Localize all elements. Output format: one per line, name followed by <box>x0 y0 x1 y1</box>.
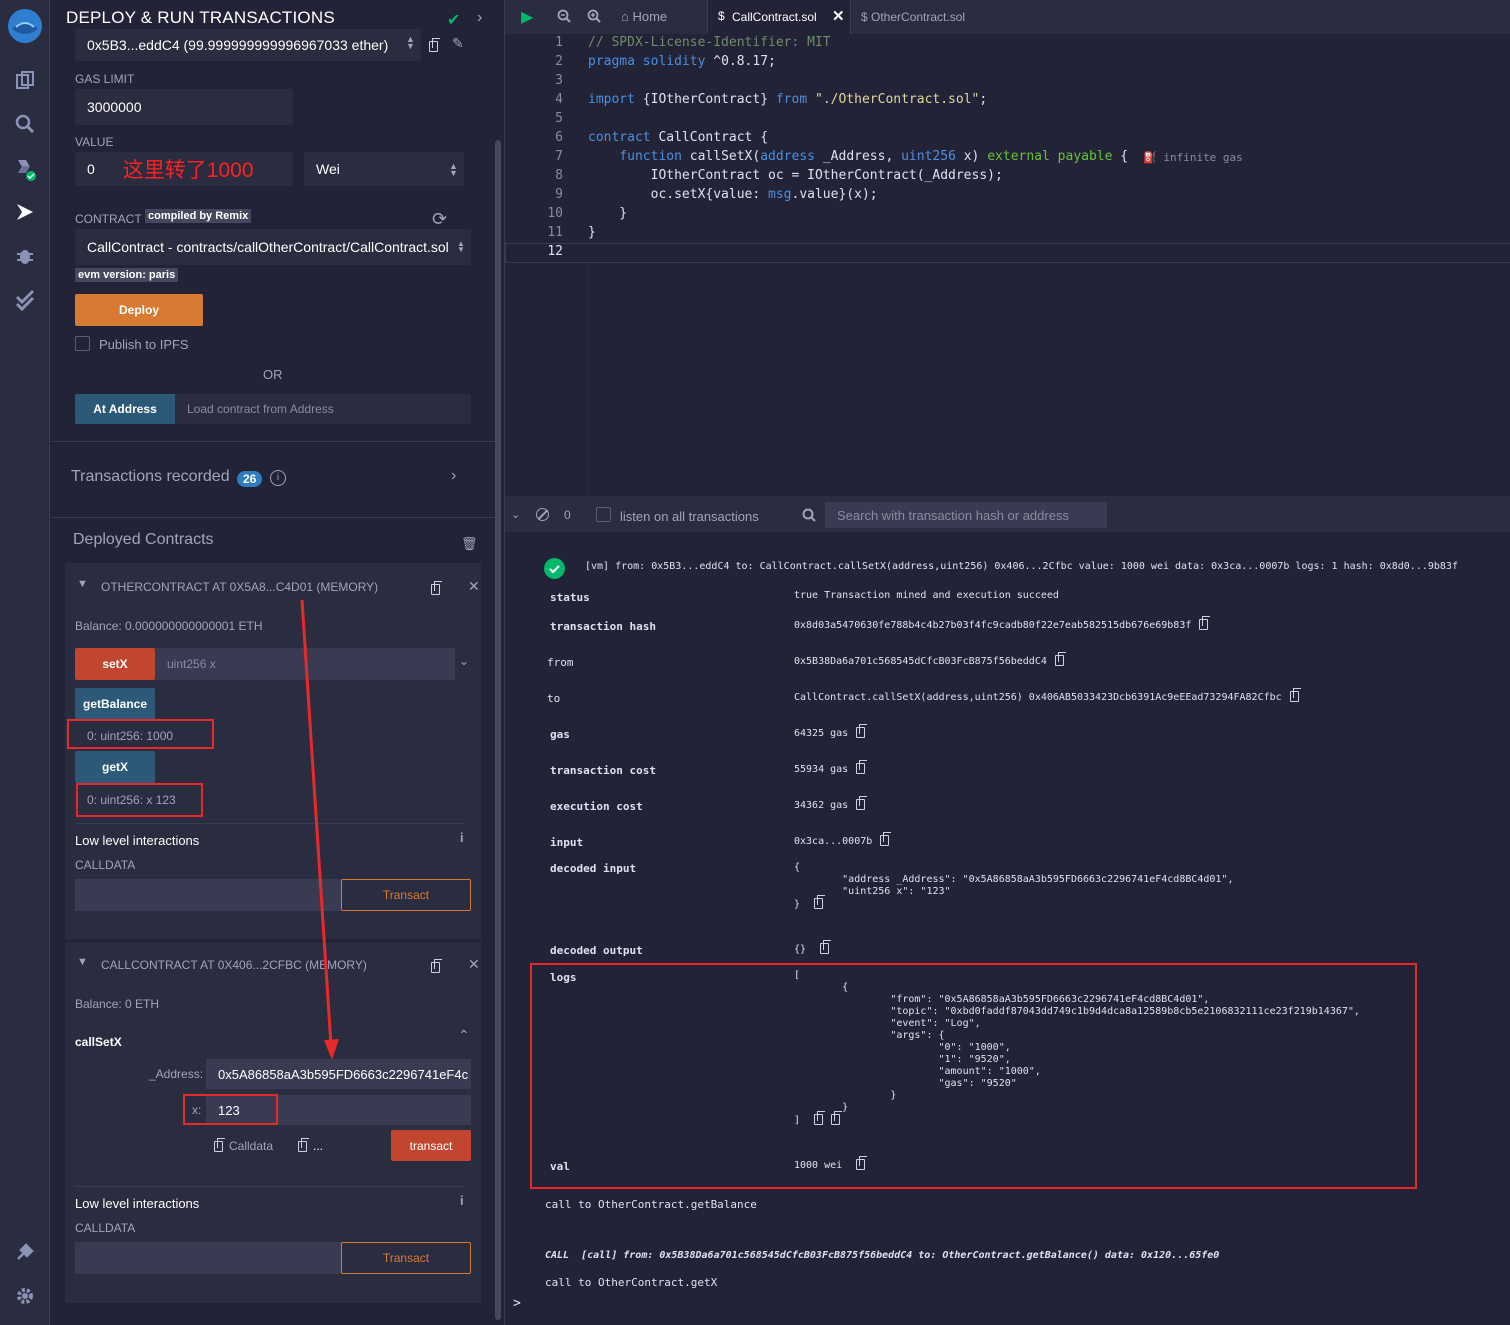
line-number: 12 <box>547 244 563 259</box>
detail-value-text: 0x3ca...0007b <box>794 836 873 847</box>
terminal-resize-handle[interactable] <box>505 496 1510 500</box>
copy-icon[interactable] <box>856 796 868 810</box>
line-number: 4 <box>555 92 563 107</box>
search-icon <box>802 508 816 527</box>
detail-value-text: 0x8d03a5470630fe788b4c4b27b03f4fc9cadb80… <box>794 620 1192 631</box>
line-number: 10 <box>547 206 563 221</box>
copy-icon[interactable] <box>1289 688 1301 702</box>
logs-text: [ { "from": "0x5A86858aA3b595FD6663c2296… <box>794 970 1360 1126</box>
logs-value: [ { "from": "0x5A86858aA3b595FD6663c2296… <box>794 970 1360 1127</box>
copy-icon[interactable] <box>856 1156 868 1170</box>
val-value: 1000 wei <box>794 1156 868 1171</box>
decoded-input-value: { "address _Address": "0x5A86858aA3b595F… <box>794 862 1234 911</box>
detail-value-text: CallContract.callSetX(address,uint256) 0… <box>794 692 1282 703</box>
detail-value-text: 34362 gas <box>794 800 849 811</box>
copy-icon[interactable] <box>1054 652 1066 666</box>
detail-key: gas <box>550 728 570 741</box>
pending-count: 0 <box>564 508 571 522</box>
callcontract-tab-label: CallContract.sol <box>732 10 817 24</box>
transaction-search-input[interactable]: Search with transaction hash or address <box>825 502 1107 528</box>
val-text: 1000 wei <box>794 1160 843 1171</box>
detail-value-text: 0x5B38Da6a701c568545dCfcB03FcB875f56bedd… <box>794 656 1047 667</box>
detail-value: 64325 gas <box>794 724 868 739</box>
copy-icon[interactable] <box>1199 616 1211 630</box>
terminal-prompt[interactable]: > <box>513 1296 521 1311</box>
success-check-icon <box>544 558 565 579</box>
panel-divider <box>504 0 505 1325</box>
decoded-output-text: {} <box>794 944 807 955</box>
call-getx-text: call to OtherContract.getX <box>545 1276 718 1289</box>
copy-icon[interactable] <box>880 832 892 846</box>
current-line-highlight <box>505 243 1510 263</box>
listen-checkbox[interactable] <box>596 507 611 522</box>
gas-estimate: ⛽ infinite gas <box>1143 151 1243 164</box>
decoded-input-text: { "address _Address": "0x5A86858aA3b595F… <box>794 862 1234 910</box>
zoom-out-icon[interactable] <box>557 9 571 28</box>
detail-value: CallContract.callSetX(address,uint256) 0… <box>794 688 1301 703</box>
detail-value: 0x8d03a5470630fe788b4c4b27b03f4fc9cadb80… <box>794 616 1211 631</box>
close-tab-icon[interactable]: ✕ <box>832 7 845 25</box>
detail-value-text: 64325 gas <box>794 728 849 739</box>
copy-icon[interactable] <box>831 1111 843 1125</box>
line-number: 11 <box>547 225 563 240</box>
home-tab[interactable]: ⌂ Home <box>621 9 667 24</box>
detail-value-text: 55934 gas <box>794 764 849 775</box>
detail-value: true Transaction mined and execution suc… <box>794 590 1059 601</box>
logs-key: logs <box>550 971 577 984</box>
detail-key: execution cost <box>550 800 643 813</box>
copy-icon[interactable] <box>814 895 826 909</box>
call-log-line[interactable]: CALL [call] from: 0x5B38Da6a701c568545dC… <box>545 1250 1219 1261</box>
copy-icon[interactable] <box>856 760 868 774</box>
detail-value: 0x5B38Da6a701c568545dCfcB03FcB875f56bedd… <box>794 652 1066 667</box>
detail-key: input <box>550 836 584 849</box>
detail-value: 34362 gas <box>794 796 868 811</box>
detail-key: from <box>547 656 574 669</box>
code-editor[interactable]: 1 2 3 4 5 6 7 8 9 10 11 12 // SPDX-License-Identifi… <box>505 34 1510 496</box>
line-number: 8 <box>555 168 563 183</box>
othercontract-tab[interactable]: $ OtherContract.sol <box>861 10 965 24</box>
decoded-output-value: {} <box>794 940 832 955</box>
detail-key: to <box>547 692 561 705</box>
listen-label: listen on all transactions <box>620 509 759 524</box>
line-number: 1 <box>555 35 563 50</box>
detail-value-text: true Transaction mined and execution suc… <box>794 590 1059 601</box>
gutter-line <box>587 262 588 496</box>
collapse-terminal-icon[interactable]: ⌄ <box>511 508 520 521</box>
decoded-input-key: decoded input <box>550 862 637 875</box>
copy-icon[interactable] <box>814 1111 826 1125</box>
copy-icon[interactable] <box>856 724 868 738</box>
clear-console-icon[interactable] <box>536 508 549 521</box>
detail-key: status <box>550 591 590 604</box>
terminal-output: [vm] from: 0x5B3...eddC4 to: CallContrac… <box>505 532 1510 1325</box>
callcontract-tab[interactable]: $ CallContract.sol ✕ <box>707 0 851 34</box>
line-number: 9 <box>555 187 563 202</box>
solidity-file-icon: $ <box>718 9 725 23</box>
home-icon: ⌂ <box>621 9 633 24</box>
transaction-summary[interactable]: [vm] from: 0x5B3...eddC4 to: CallContrac… <box>585 561 1458 572</box>
othercontract-tab-label: OtherContract.sol <box>871 10 966 24</box>
val-key: val <box>550 1160 570 1173</box>
line-number: 3 <box>555 73 563 88</box>
line-number: 6 <box>555 130 563 145</box>
solidity-file-icon: $ <box>861 10 872 24</box>
decoded-output-key: decoded output <box>550 944 643 957</box>
line-number: 2 <box>555 54 563 69</box>
line-number: 7 <box>555 149 563 164</box>
line-number: 5 <box>555 111 563 126</box>
detail-value: 0x3ca...0007b <box>794 832 892 847</box>
zoom-in-icon[interactable] <box>587 9 601 28</box>
copy-icon[interactable] <box>820 940 832 954</box>
detail-value: 55934 gas <box>794 760 868 775</box>
gas-hint-text: infinite gas <box>1163 151 1243 164</box>
detail-key: transaction cost <box>550 764 656 777</box>
call-getbalance-text: call to OtherContract.getBalance <box>545 1198 757 1211</box>
home-tab-label: Home <box>632 9 668 24</box>
run-icon[interactable]: ▶ <box>521 7 533 27</box>
gas-pump-icon: ⛽ <box>1143 151 1164 164</box>
terminal-toolbar: ⌄ 0 listen on all transactions Search wi… <box>505 500 1510 532</box>
editor-tabs: ▶ ⌂ Home $ CallContract.sol ✕ $ OtherCon… <box>505 0 1510 34</box>
detail-key: transaction hash <box>550 620 656 633</box>
